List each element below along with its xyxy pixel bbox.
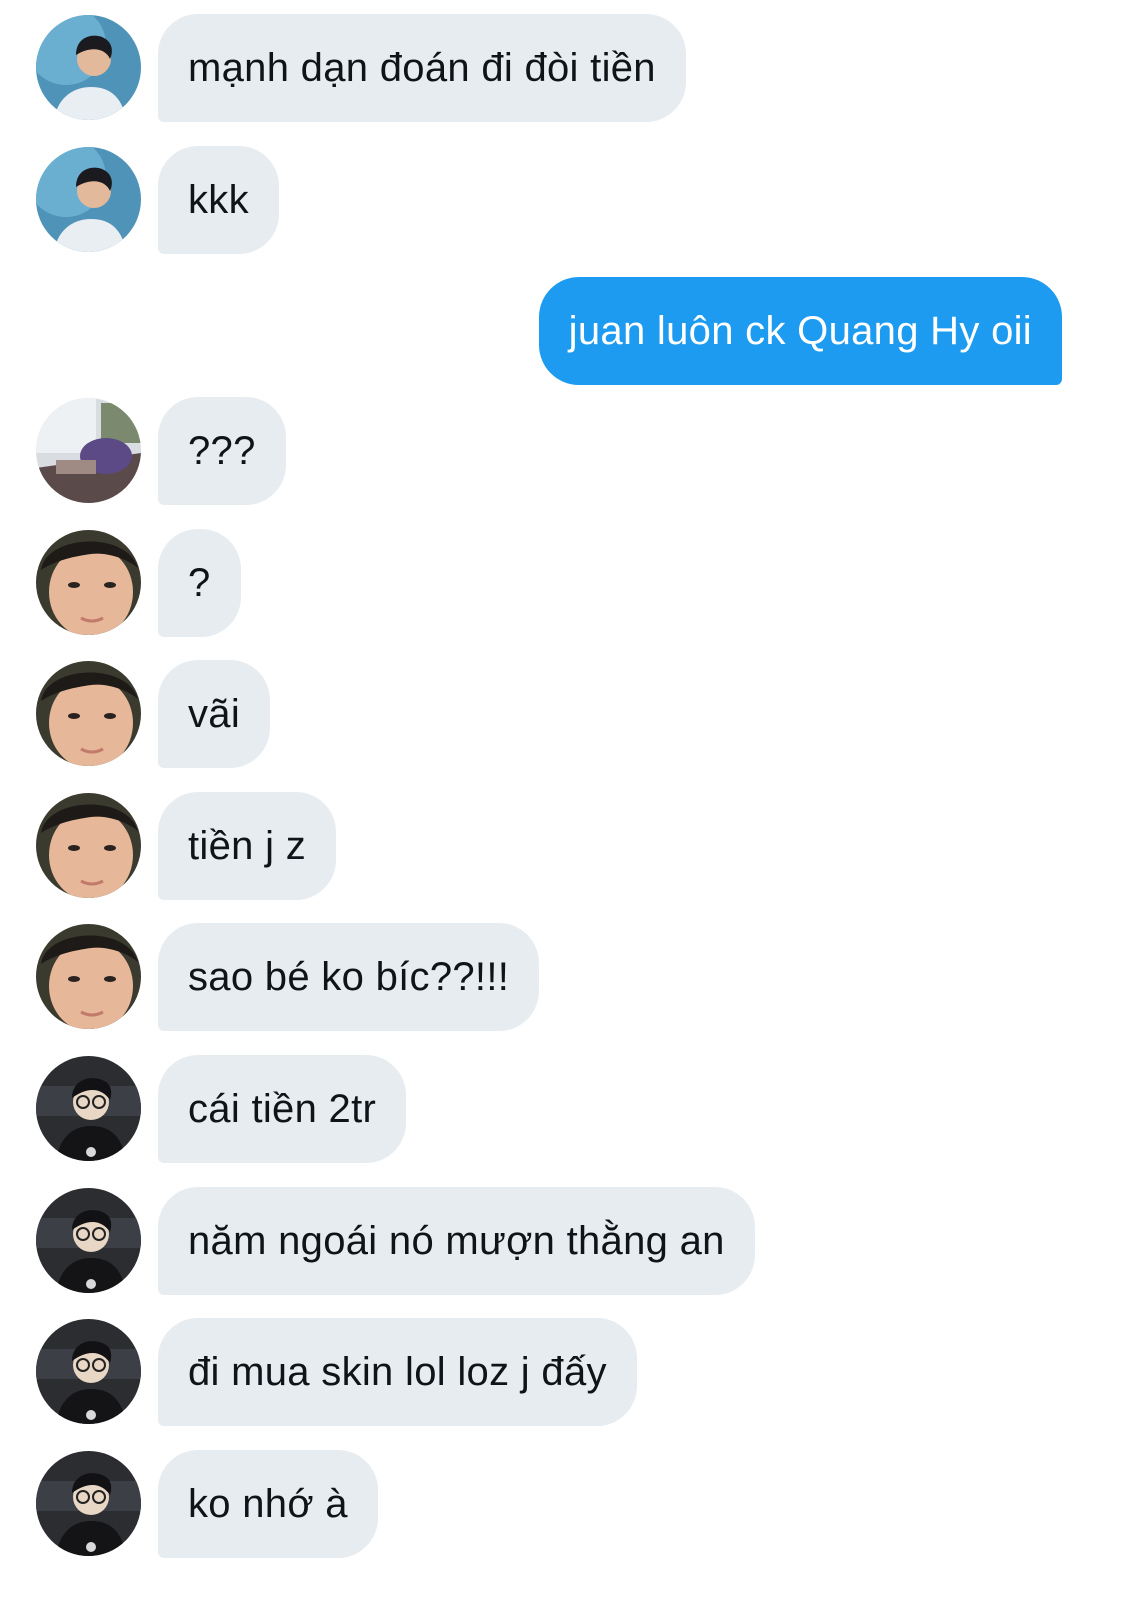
avatar-photo-icon (36, 15, 141, 120)
message-row: ? (0, 529, 1125, 637)
message-bubble-outgoing[interactable]: juan luôn ck Quang Hy oii (538, 277, 1062, 385)
message-row: cái tiền 2tr (0, 1055, 1125, 1163)
user-avatar-face[interactable] (36, 924, 141, 1029)
user-avatar-face[interactable] (36, 793, 141, 898)
avatar-photo-icon (36, 924, 141, 1029)
message-bubble[interactable]: ko nhớ à (158, 1450, 378, 1558)
avatar-photo-icon (36, 398, 141, 503)
user-avatar-gamer[interactable] (36, 1319, 141, 1424)
message-row: tiền j z (0, 792, 1125, 900)
user-avatar-gamer[interactable] (36, 1056, 141, 1161)
avatar-photo-icon (36, 1188, 141, 1293)
message-row: ko nhớ à (0, 1450, 1125, 1558)
message-row: mạnh dạn đoán đi đòi tiền (0, 14, 1125, 122)
avatar-photo-icon (36, 530, 141, 635)
message-bubble[interactable]: năm ngoái nó mượn thằng an (158, 1187, 755, 1295)
avatar-photo-icon (36, 1319, 141, 1424)
message-row: sao bé ko bíc??!!! (0, 923, 1125, 1031)
message-bubble[interactable]: sao bé ko bíc??!!! (158, 923, 540, 1031)
message-bubble[interactable]: cái tiền 2tr (158, 1055, 407, 1163)
user-avatar-gamer[interactable] (36, 1188, 141, 1293)
message-row: năm ngoái nó mượn thằng an (0, 1187, 1125, 1295)
message-bubble[interactable]: ? (158, 529, 241, 637)
avatar-photo-icon (36, 661, 141, 766)
message-bubble[interactable]: ??? (158, 397, 286, 505)
message-row: ??? (0, 397, 1125, 505)
user-avatar-face[interactable] (36, 530, 141, 635)
user-avatar-gamer[interactable] (36, 1451, 141, 1556)
message-row: juan luôn ck Quang Hy oii (0, 277, 1125, 385)
message-thread: mạnh dạn đoán đi đòi tiền kkk juan luôn … (0, 0, 1125, 1608)
avatar-photo-icon (36, 1451, 141, 1556)
message-bubble[interactable]: kkk (158, 146, 279, 254)
message-row: đi mua skin lol loz j đấy (0, 1318, 1125, 1426)
user-avatar-sky[interactable] (36, 15, 141, 120)
message-bubble[interactable]: đi mua skin lol loz j đấy (158, 1318, 637, 1426)
avatar-photo-icon (36, 147, 141, 252)
message-bubble[interactable]: tiền j z (158, 792, 337, 900)
message-bubble[interactable]: mạnh dạn đoán đi đòi tiền (158, 14, 686, 122)
user-avatar-room[interactable] (36, 398, 141, 503)
message-bubble[interactable]: vãi (158, 660, 271, 768)
message-row: vãi (0, 660, 1125, 768)
user-avatar-sky[interactable] (36, 147, 141, 252)
avatar-photo-icon (36, 793, 141, 898)
user-avatar-face[interactable] (36, 661, 141, 766)
message-row: kkk (0, 146, 1125, 254)
avatar-photo-icon (36, 1056, 141, 1161)
